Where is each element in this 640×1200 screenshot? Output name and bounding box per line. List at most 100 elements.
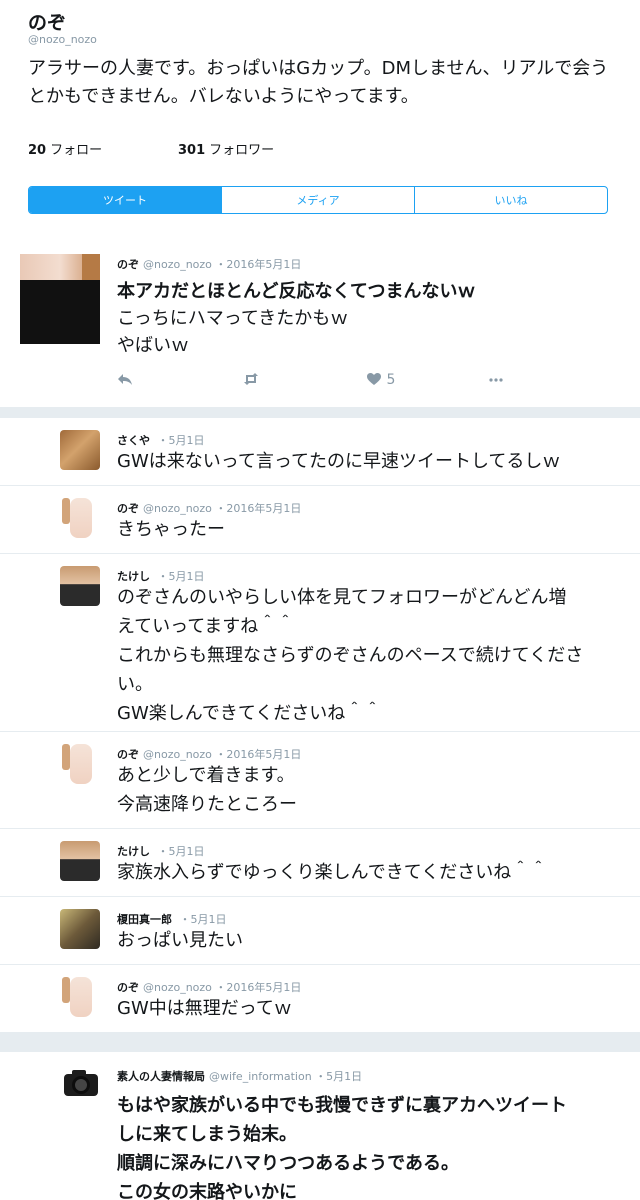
- avatar[interactable]: [60, 909, 100, 949]
- tab-likes[interactable]: いいね: [415, 187, 607, 213]
- retweet-icon[interactable]: [243, 372, 259, 390]
- tweet-date[interactable]: ・5月1日: [315, 1070, 362, 1083]
- tweet-date[interactable]: ・5月1日: [158, 570, 205, 583]
- tweet-header: のぞ @nozo_nozo ・2016年5月1日: [117, 256, 301, 272]
- tweet-date[interactable]: ・2016年5月1日: [215, 258, 301, 271]
- reply-tweet[interactable]: さくや ・5月1日 GWは来ないって言ってたのに早速ツイートしてるしｗ: [0, 417, 640, 485]
- tweet-line: 家族水入らずでゆっくり楽しんできてくださいね＾＾: [117, 862, 548, 883]
- reply-tweet[interactable]: のぞ @nozo_nozo ・2016年5月1日 きちゃったー: [0, 485, 640, 553]
- more-icon[interactable]: [488, 372, 504, 390]
- avatar[interactable]: [60, 1064, 100, 1104]
- avatar[interactable]: [60, 498, 100, 538]
- tweet-author-handle[interactable]: @nozo_nozo: [143, 258, 212, 271]
- tweet-header: たけし ・5月1日: [117, 568, 205, 584]
- tweet-header: のぞ @nozo_nozo ・2016年5月1日: [117, 500, 301, 516]
- tweet-header: 素人の人妻情報局 @wife_information ・5月1日: [117, 1068, 362, 1084]
- reply-tweet[interactable]: たけし ・5月1日 家族水入らずでゆっくり楽しんできてくださいね＾＾: [0, 828, 640, 896]
- tweet-line: きちゃったー: [117, 519, 225, 540]
- tweet-author-handle[interactable]: @wife_information: [209, 1070, 312, 1083]
- reply-tweet[interactable]: のぞ @nozo_nozo ・2016年5月1日 GW中は無理だってｗ: [0, 964, 640, 1032]
- tab-tweets[interactable]: ツイート: [29, 187, 222, 213]
- tweet-line: やばいｗ: [117, 335, 189, 356]
- tweet-line: い。: [117, 674, 153, 695]
- like-button[interactable]: 5: [366, 372, 395, 390]
- tweet-header: たけし ・5月1日: [117, 843, 205, 859]
- tweet-author-name[interactable]: のぞ: [117, 258, 139, 271]
- tweet-line: 今高速降りたところー: [117, 794, 297, 815]
- tweet-author-handle[interactable]: @nozo_nozo: [143, 502, 212, 515]
- tweet-date[interactable]: ・5月1日: [158, 845, 205, 858]
- profile-bio: アラサーの人妻です。おっぱいはGカップ。DMしません、リアルで会うとかもできませ…: [28, 58, 609, 107]
- tweet-line: おっぱい見たい: [117, 930, 243, 951]
- tweet-line: 本アカだとほとんど反応なくてつまんないｗ: [117, 281, 476, 302]
- tweet-text: おっぱい見たい: [117, 926, 617, 955]
- tweet-author-name[interactable]: さくや: [117, 434, 150, 447]
- tweet-line: こっちにハマってきたかもｗ: [117, 308, 349, 329]
- tweet-author-name[interactable]: たけし: [117, 570, 150, 583]
- tweet-line: あと少しで着きます。: [117, 765, 295, 786]
- like-count: 5: [386, 372, 396, 388]
- reply-icon[interactable]: [117, 372, 133, 390]
- tweet-line: もはや家族がいる中でも我慢できずに裏アカへツイート: [117, 1095, 567, 1116]
- tweet-author-handle[interactable]: @nozo_nozo: [143, 748, 212, 761]
- tweet-author-name[interactable]: 榎田真一郎: [117, 913, 172, 926]
- following-label: フォロー: [50, 143, 103, 158]
- reply-tweet[interactable]: 素人の人妻情報局 @wife_information ・5月1日 もはや家族がいる…: [0, 1052, 640, 1200]
- tweet-author-name[interactable]: のぞ: [117, 748, 139, 761]
- tweet-author-name[interactable]: のぞ: [117, 502, 139, 515]
- avatar[interactable]: [20, 254, 100, 344]
- tweet-text: GWは来ないって言ってたのに早速ツイートしてるしｗ: [117, 447, 617, 476]
- tweet-header: 榎田真一郎 ・5月1日: [117, 911, 227, 927]
- avatar[interactable]: [60, 744, 100, 784]
- tweet-date[interactable]: ・2016年5月1日: [215, 981, 301, 994]
- tweet-line: のぞさんのいやらしい体を見てフォロワーがどんどん増: [117, 587, 567, 608]
- tweet-line: GW楽しんできてくださいね＾＾: [117, 703, 382, 724]
- tab-media[interactable]: メディア: [222, 187, 415, 213]
- profile-name: のぞ: [28, 12, 67, 34]
- reply-tweet[interactable]: 榎田真一郎 ・5月1日 おっぱい見たい: [0, 896, 640, 964]
- tweet-text: GW中は無理だってｗ: [117, 994, 617, 1023]
- heart-icon: [366, 372, 382, 390]
- followers-label: フォロワー: [209, 143, 275, 158]
- avatar[interactable]: [60, 430, 100, 470]
- tweet-header: のぞ @nozo_nozo ・2016年5月1日: [117, 746, 301, 762]
- profile-tabs: ツイート メディア いいね: [28, 186, 608, 214]
- tweet-text: のぞさんのいやらしい体を見てフォロワーがどんどん増 えていってますね＾＾ これか…: [117, 583, 617, 728]
- tweet-author-handle[interactable]: @nozo_nozo: [143, 981, 212, 994]
- tweet-header: さくや ・5月1日: [117, 432, 205, 448]
- tweet-line: GW中は無理だってｗ: [117, 998, 292, 1019]
- followers-stat[interactable]: 301 フォロワー: [178, 139, 274, 158]
- tweet-author-name[interactable]: 素人の人妻情報局: [117, 1070, 205, 1083]
- tweet-line: 順調に深みにハマりつつあるようである。: [117, 1153, 459, 1174]
- tweet-line: この女の末路やいかに: [117, 1182, 297, 1200]
- tweet-date[interactable]: ・2016年5月1日: [215, 502, 301, 515]
- following-count: 20: [28, 143, 47, 158]
- following-stat[interactable]: 20 フォロー: [28, 139, 102, 158]
- tweet-author-name[interactable]: のぞ: [117, 981, 139, 994]
- tweet-text: 本アカだとほとんど反応なくてつまんないｗ こっちにハマってきたかもｗ やばいｗ: [117, 278, 627, 359]
- tweet-header: のぞ @nozo_nozo ・2016年5月1日: [117, 979, 301, 995]
- avatar[interactable]: [60, 977, 100, 1017]
- separator: [0, 1032, 640, 1052]
- avatar[interactable]: [60, 841, 100, 881]
- avatar-hair-strip: [82, 254, 100, 280]
- tweet-line: えていってますね＾＾: [117, 616, 295, 637]
- main-tweet[interactable]: のぞ @nozo_nozo ・2016年5月1日 本アカだとほとんど反応なくてつま…: [0, 240, 640, 406]
- tweet-line: これからも無理なさらずのぞさんのペースで続けてくださ: [117, 645, 584, 666]
- tweet-text: 家族水入らずでゆっくり楽しんできてくださいね＾＾: [117, 858, 617, 887]
- tweet-date[interactable]: ・5月1日: [158, 434, 205, 447]
- tweet-date[interactable]: ・5月1日: [180, 913, 227, 926]
- profile-handle[interactable]: @nozo_nozo: [28, 33, 97, 46]
- reply-tweet[interactable]: たけし ・5月1日 のぞさんのいやらしい体を見てフォロワーがどんどん増 えていっ…: [0, 553, 640, 731]
- avatar[interactable]: [60, 566, 100, 606]
- tweet-text: もはや家族がいる中でも我慢できずに裏アカへツイート しに来てしまう始末。 順調に…: [117, 1091, 627, 1200]
- profile-header: のぞ @nozo_nozo アラサーの人妻です。おっぱいはGカップ。DMしません…: [0, 0, 640, 232]
- tweet-line: しに来てしまう始末。: [117, 1124, 297, 1145]
- tweet-text: きちゃったー: [117, 515, 617, 544]
- tweet-text: あと少しで着きます。 今高速降りたところー: [117, 761, 617, 819]
- tweet-author-name[interactable]: たけし: [117, 845, 150, 858]
- reply-tweet[interactable]: のぞ @nozo_nozo ・2016年5月1日 あと少しで着きます。 今高速降り…: [0, 731, 640, 828]
- followers-count: 301: [178, 143, 206, 158]
- separator: [0, 407, 640, 417]
- tweet-date[interactable]: ・2016年5月1日: [215, 748, 301, 761]
